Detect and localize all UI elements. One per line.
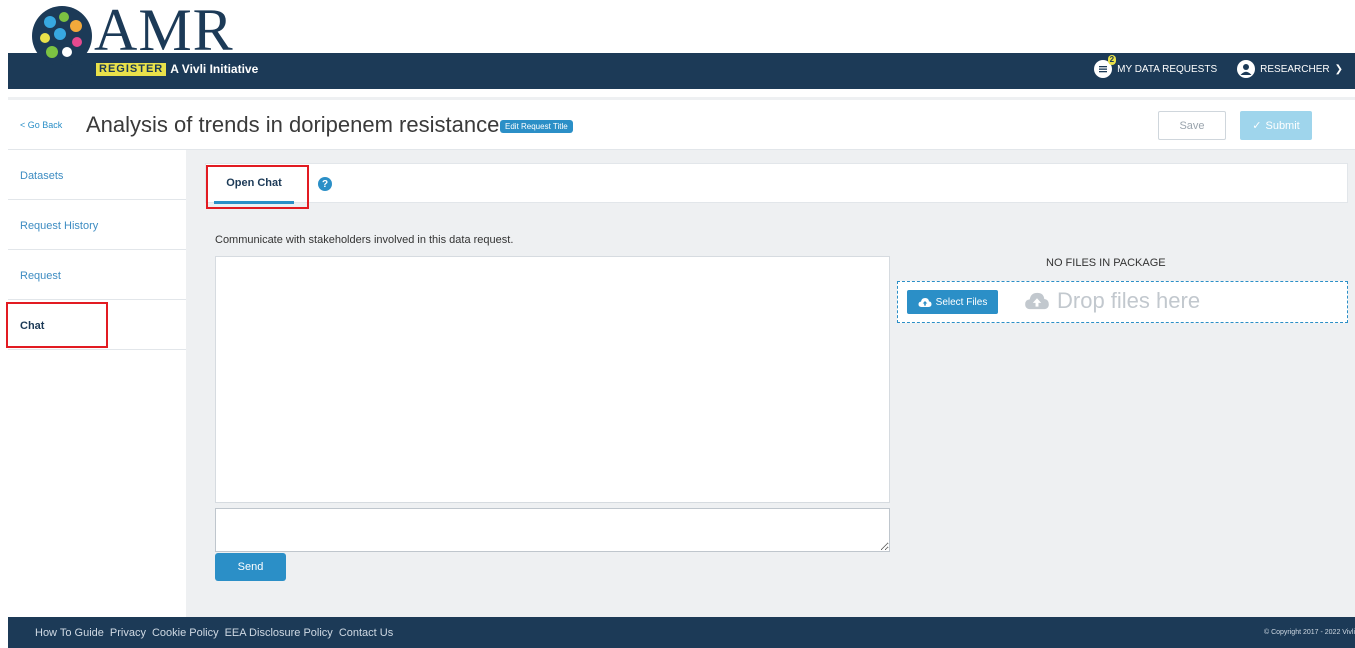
chat-tab-strip: Open Chat ? — [205, 163, 1348, 204]
send-button[interactable]: Send — [215, 553, 286, 581]
chat-messages-panel — [215, 256, 890, 503]
go-back-link[interactable]: < Go Back — [20, 120, 62, 130]
footer-link-cookie-policy[interactable]: Cookie Policy — [152, 627, 219, 639]
logo-wordmark: AMR — [94, 0, 234, 63]
user-menu[interactable]: RESEARCHER ❯ — [1237, 60, 1343, 78]
chat-message-input[interactable] — [215, 508, 890, 552]
list-icon: 2 — [1094, 55, 1117, 78]
footer-link-how-to-guide[interactable]: How To Guide — [35, 627, 104, 639]
copyright-text: © Copyright 2017 - 2022 Vivli — [1263, 629, 1355, 636]
app-logo[interactable]: AMR REGISTER A Vivli Initiative — [30, 0, 330, 76]
chevron-down-icon: ❯ — [1334, 63, 1343, 75]
logo-register: REGISTER — [96, 62, 167, 76]
file-drop-zone[interactable]: Select Files Drop files here — [897, 281, 1348, 323]
sidebar-item-datasets[interactable]: Datasets — [8, 150, 186, 200]
cloud-upload-icon — [918, 297, 932, 307]
footer: How To Guide Privacy Cookie Policy EEA D… — [8, 617, 1355, 648]
no-files-label: NO FILES IN PACKAGE — [1046, 257, 1166, 269]
chat-description: Communicate with stakeholders involved i… — [215, 234, 514, 246]
edit-title-button[interactable]: Edit Request Title — [500, 120, 573, 133]
help-icon[interactable]: ? — [318, 177, 332, 191]
header-nav: 2 MY DATA REQUESTS RESEARCHER ❯ — [1094, 55, 1343, 78]
footer-link-contact-us[interactable]: Contact Us — [339, 627, 393, 639]
sidebar-item-request[interactable]: Request — [8, 250, 186, 300]
submit-button[interactable]: ✓ Submit — [1240, 111, 1312, 140]
drop-files-hint: Drop files here — [1024, 288, 1200, 314]
my-data-requests-label: MY DATA REQUESTS — [1117, 63, 1218, 75]
page-title: Analysis of trends in doripenem resistan… — [86, 112, 500, 137]
submit-label: Submit — [1265, 119, 1300, 132]
footer-links: How To Guide Privacy Cookie Policy EEA D… — [35, 627, 393, 639]
footer-link-eea-disclosure[interactable]: EEA Disclosure Policy — [225, 627, 333, 639]
select-files-label: Select Files — [935, 296, 988, 308]
sidebar-item-request-history[interactable]: Request History — [8, 200, 186, 250]
sidebar: Datasets Request History Request Chat — [8, 150, 186, 617]
check-icon: ✓ — [1252, 120, 1262, 132]
save-button[interactable]: Save — [1158, 111, 1226, 140]
logo-globe-icon — [32, 6, 92, 66]
request-title-bar: < Go Back Analysis of trends in doripene… — [8, 100, 1355, 150]
drop-files-label: Drop files here — [1057, 288, 1201, 313]
footer-link-privacy[interactable]: Privacy — [110, 627, 146, 639]
select-files-button[interactable]: Select Files — [907, 290, 998, 314]
user-role-label: RESEARCHER — [1260, 63, 1330, 75]
logo-subtitle: REGISTER A Vivli Initiative — [96, 62, 258, 76]
cloud-upload-icon — [1025, 292, 1049, 310]
tab-open-chat[interactable]: Open Chat — [214, 164, 294, 204]
my-data-requests-link[interactable]: 2 MY DATA REQUESTS — [1094, 55, 1218, 78]
requests-count-badge: 2 — [1107, 55, 1117, 65]
logo-tagline: A Vivli Initiative — [170, 62, 259, 76]
user-avatar-icon — [1237, 60, 1256, 78]
sidebar-item-chat[interactable]: Chat — [8, 300, 186, 350]
